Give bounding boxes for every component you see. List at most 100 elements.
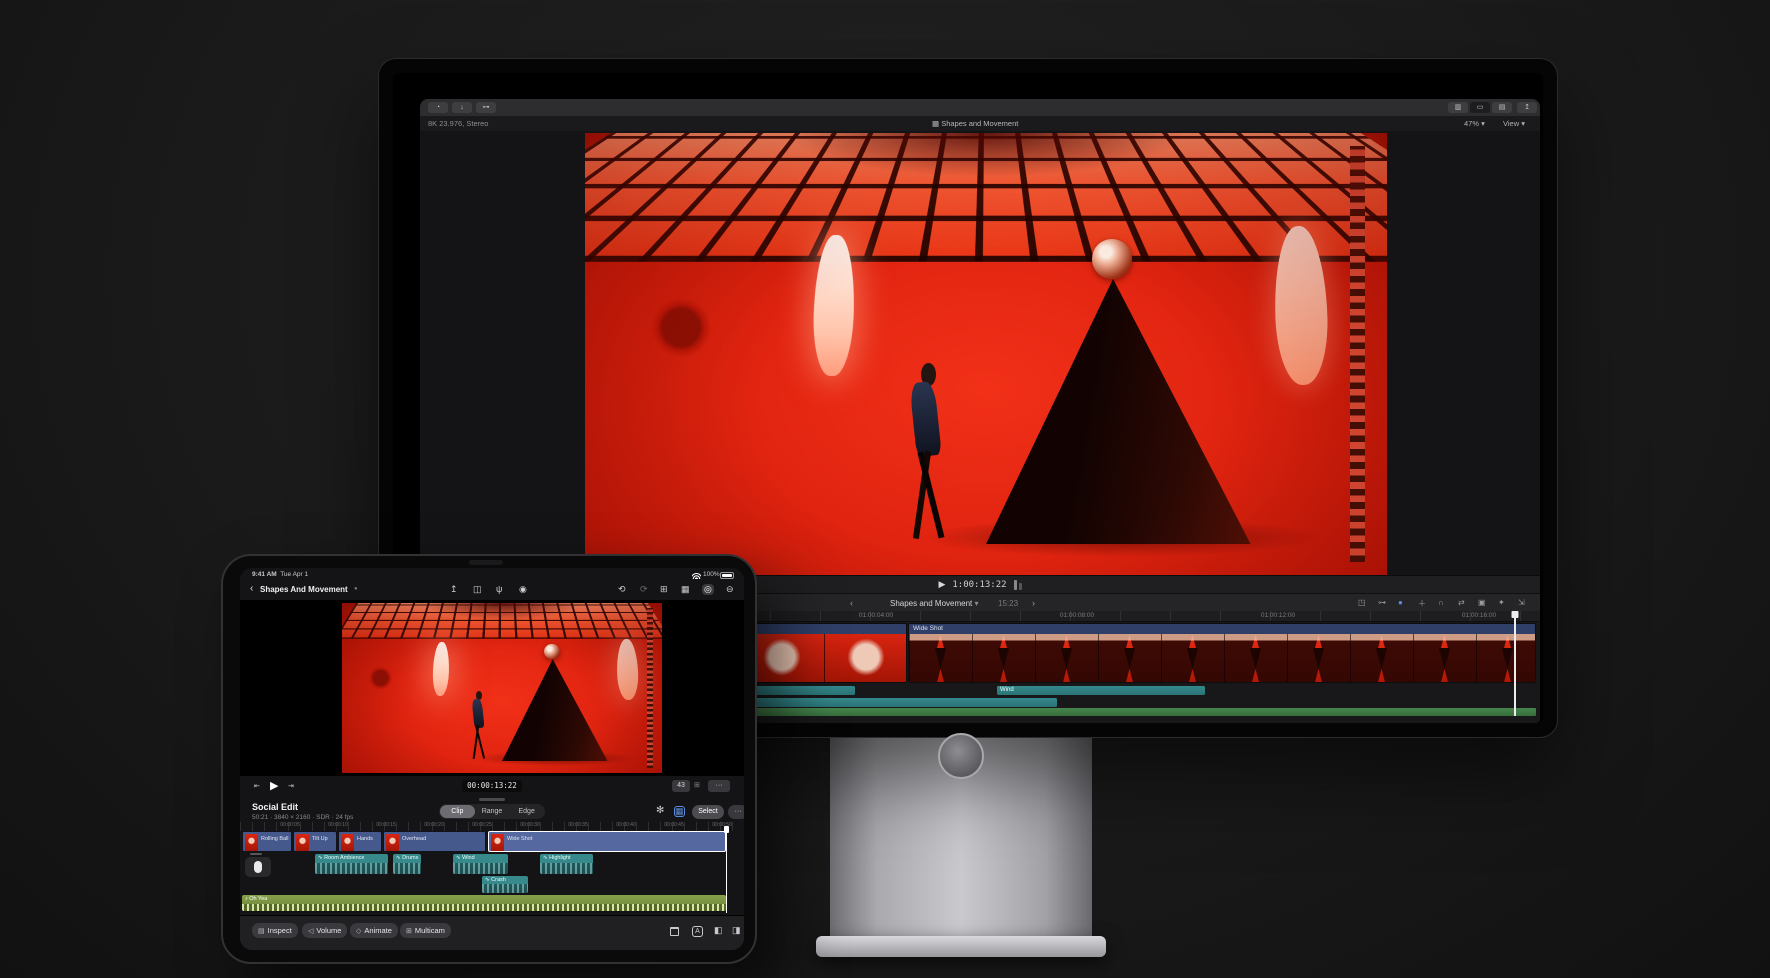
audio-meters-icon[interactable] bbox=[1014, 580, 1022, 590]
battery-icon bbox=[720, 572, 734, 581]
status-date: Tue Apr 1 bbox=[280, 571, 308, 578]
media-button[interactable]: ▦ bbox=[681, 584, 690, 595]
overwrite-tool-icon[interactable]: ∩ bbox=[1438, 598, 1444, 607]
animate-icon: ◇ bbox=[356, 928, 361, 935]
capture-button[interactable]: ◉ bbox=[519, 584, 527, 595]
scene-vignette bbox=[342, 603, 662, 773]
zoom-counter-badge[interactable]: 43 bbox=[672, 780, 690, 792]
browser-layout-button[interactable]: ▥ bbox=[1448, 102, 1468, 113]
video-clip-wide-shot[interactable]: Wide Shot bbox=[908, 623, 1536, 683]
viewer-project-title: Shapes and Movement bbox=[941, 119, 1018, 128]
mode-edge-tab[interactable]: Edge bbox=[509, 805, 544, 818]
timeline-forward-button[interactable]: › bbox=[1032, 598, 1035, 608]
lane-indicator bbox=[250, 853, 262, 855]
music-bar[interactable] bbox=[655, 708, 1536, 716]
overlay-button[interactable]: ▦ bbox=[674, 806, 685, 817]
project-name: Social Edit bbox=[252, 802, 298, 812]
collapse-button[interactable]: ⊖ bbox=[726, 584, 734, 595]
append-tool-icon[interactable]: ＋ bbox=[1418, 598, 1426, 609]
trim-tool-icon[interactable]: ⇄ bbox=[1458, 598, 1465, 607]
tools-menu-icon[interactable]: ▣ bbox=[1478, 598, 1486, 607]
share-button[interactable]: ↥ bbox=[1517, 102, 1537, 113]
timeline-project-tab[interactable]: Shapes and Movement ▾ bbox=[890, 599, 979, 608]
audio-clip-crash[interactable]: ∿ Crash bbox=[482, 876, 528, 893]
ipad-viewer bbox=[240, 600, 744, 776]
ipad-viewer-video[interactable] bbox=[342, 603, 662, 773]
music-clip[interactable]: ♪ Oh Yea bbox=[242, 895, 726, 911]
right-panel-toggle-button[interactable]: ◨ bbox=[732, 925, 741, 936]
video-clip-hands[interactable]: Hands bbox=[338, 831, 382, 852]
skip-back-button[interactable]: ⇤ bbox=[254, 782, 260, 790]
ipad-timeline-ruler[interactable]: 00:00:05 00:00:10 00:00:15 00:00:20 00:0… bbox=[240, 822, 744, 831]
effects-browser-icon[interactable]: ✦ bbox=[1498, 598, 1505, 607]
inspector-layout-button[interactable]: ▤ bbox=[1492, 102, 1512, 113]
trash-button[interactable] bbox=[670, 927, 679, 936]
inspect-button[interactable]: ▤Inspect bbox=[252, 923, 298, 938]
import-button[interactable]: ↓ bbox=[452, 102, 472, 113]
video-clip-tilt-up[interactable]: Tilt Up bbox=[293, 831, 337, 852]
view-menu-button[interactable]: View ▾ bbox=[1503, 116, 1525, 131]
audio-clip-room-ambience[interactable]: ∿ Room Ambience bbox=[315, 854, 388, 874]
connect-tool-icon[interactable]: ⊶ bbox=[1378, 598, 1386, 607]
status-time: 9:41 AM bbox=[252, 571, 277, 578]
fcp-toolbar: ◔ ↓ ⊶ ▥ ▭ ▤ ↥ bbox=[420, 99, 1540, 116]
counter-grid-icon[interactable]: ⊞ bbox=[694, 781, 700, 789]
video-clip-overhead[interactable]: Overhead bbox=[383, 831, 486, 852]
volume-icon: ◁ bbox=[308, 928, 313, 935]
play-button[interactable]: ▶ bbox=[938, 579, 945, 590]
mic-button[interactable]: ψ bbox=[496, 584, 502, 594]
volume-button[interactable]: ◁Volume bbox=[302, 923, 347, 938]
grid-view-button[interactable]: ⊞ bbox=[660, 584, 668, 595]
drag-handle[interactable] bbox=[479, 798, 505, 801]
timeline-back-button[interactable]: ‹ bbox=[850, 598, 853, 608]
animate-button[interactable]: ◇Animate bbox=[350, 923, 398, 938]
zoom-fit-icon[interactable]: ⇲ bbox=[1518, 598, 1525, 607]
viewer-format-info: 8K 23.976, Stereo bbox=[428, 116, 488, 131]
play-button[interactable]: ▶ bbox=[270, 779, 278, 792]
export-button[interactable]: ↥ bbox=[450, 584, 458, 595]
camera-button[interactable]: ◫ bbox=[473, 584, 482, 595]
redo-button[interactable]: ⟳ bbox=[640, 584, 648, 595]
left-panel-toggle-button[interactable]: ◧ bbox=[714, 925, 723, 936]
select-button[interactable]: Select bbox=[692, 805, 724, 819]
history-button[interactable]: ⟲ bbox=[618, 584, 626, 595]
ruler-label: 01:00:12:00 bbox=[1261, 612, 1295, 619]
audio-lane-tile[interactable] bbox=[245, 857, 271, 877]
transport-more-button[interactable]: ··· bbox=[708, 780, 730, 792]
ipad-status-bar: 9:41 AM Tue Apr 1 100% bbox=[240, 568, 744, 581]
audio-clip-drums[interactable]: ∿ Drums bbox=[393, 854, 421, 874]
mode-range-tab[interactable]: Range bbox=[475, 805, 510, 818]
timeline-layout-button[interactable]: ▭ bbox=[1470, 102, 1490, 113]
ipad-screen: 9:41 AM Tue Apr 1 100% ‹ Shapes And Move… bbox=[240, 568, 744, 950]
viewer-video[interactable] bbox=[585, 133, 1387, 575]
back-button[interactable]: ‹ bbox=[250, 583, 253, 594]
ipad-playhead[interactable] bbox=[724, 826, 729, 913]
ipad-nav-bar: ‹ Shapes And Movement ● ↥ ◫ ψ ◉ ⟲ ⟳ ⊞ ▦ … bbox=[240, 581, 744, 600]
timeline-more-button[interactable]: ··· bbox=[728, 805, 744, 819]
multicam-button[interactable]: ⊞Multicam bbox=[400, 923, 451, 938]
ipad-project-title[interactable]: Shapes And Movement bbox=[260, 585, 348, 594]
monitor-stand-hinge bbox=[938, 733, 984, 779]
viewer-zoom-select[interactable]: 47% ▾ bbox=[1464, 116, 1485, 131]
audio-clip-highlight[interactable]: ∿ Highlight bbox=[540, 854, 593, 874]
ruler-label: 01:00:04:00 bbox=[859, 612, 893, 619]
jog-wheel-button[interactable]: ◎ bbox=[702, 584, 714, 595]
snapping-tool-icon[interactable]: ● bbox=[1398, 598, 1403, 607]
playhead[interactable] bbox=[1514, 611, 1521, 716]
skip-forward-button[interactable]: ⇥ bbox=[288, 782, 294, 790]
timecode-display[interactable]: 00:00:13:22 bbox=[462, 780, 522, 792]
audio-clip-wind[interactable]: Wind bbox=[997, 686, 1205, 695]
audio-clip-wind[interactable]: ∿ Wind bbox=[453, 854, 508, 874]
clip-thumbnails bbox=[909, 634, 1535, 682]
project-badge-icon: ● bbox=[354, 586, 358, 592]
magnetic-timeline-button[interactable]: ✻ bbox=[656, 805, 664, 816]
background-tasks-button[interactable]: ◔ bbox=[428, 102, 448, 113]
video-clip-rolling-ball[interactable]: Rolling Ball bbox=[242, 831, 292, 852]
viewer-info-bar: 8K 23.976, Stereo ▦ Shapes and Movement … bbox=[420, 116, 1540, 131]
index-tool-icon[interactable]: ◳ bbox=[1358, 598, 1366, 607]
captions-button[interactable]: A bbox=[692, 926, 703, 937]
video-clip-wide-shot[interactable]: Wide Shot bbox=[488, 831, 726, 852]
keyword-button[interactable]: ⊶ bbox=[476, 102, 496, 113]
viewer-timecode: 1:00:13:22 bbox=[952, 580, 1006, 590]
mode-clip-tab[interactable]: Clip bbox=[440, 805, 475, 818]
